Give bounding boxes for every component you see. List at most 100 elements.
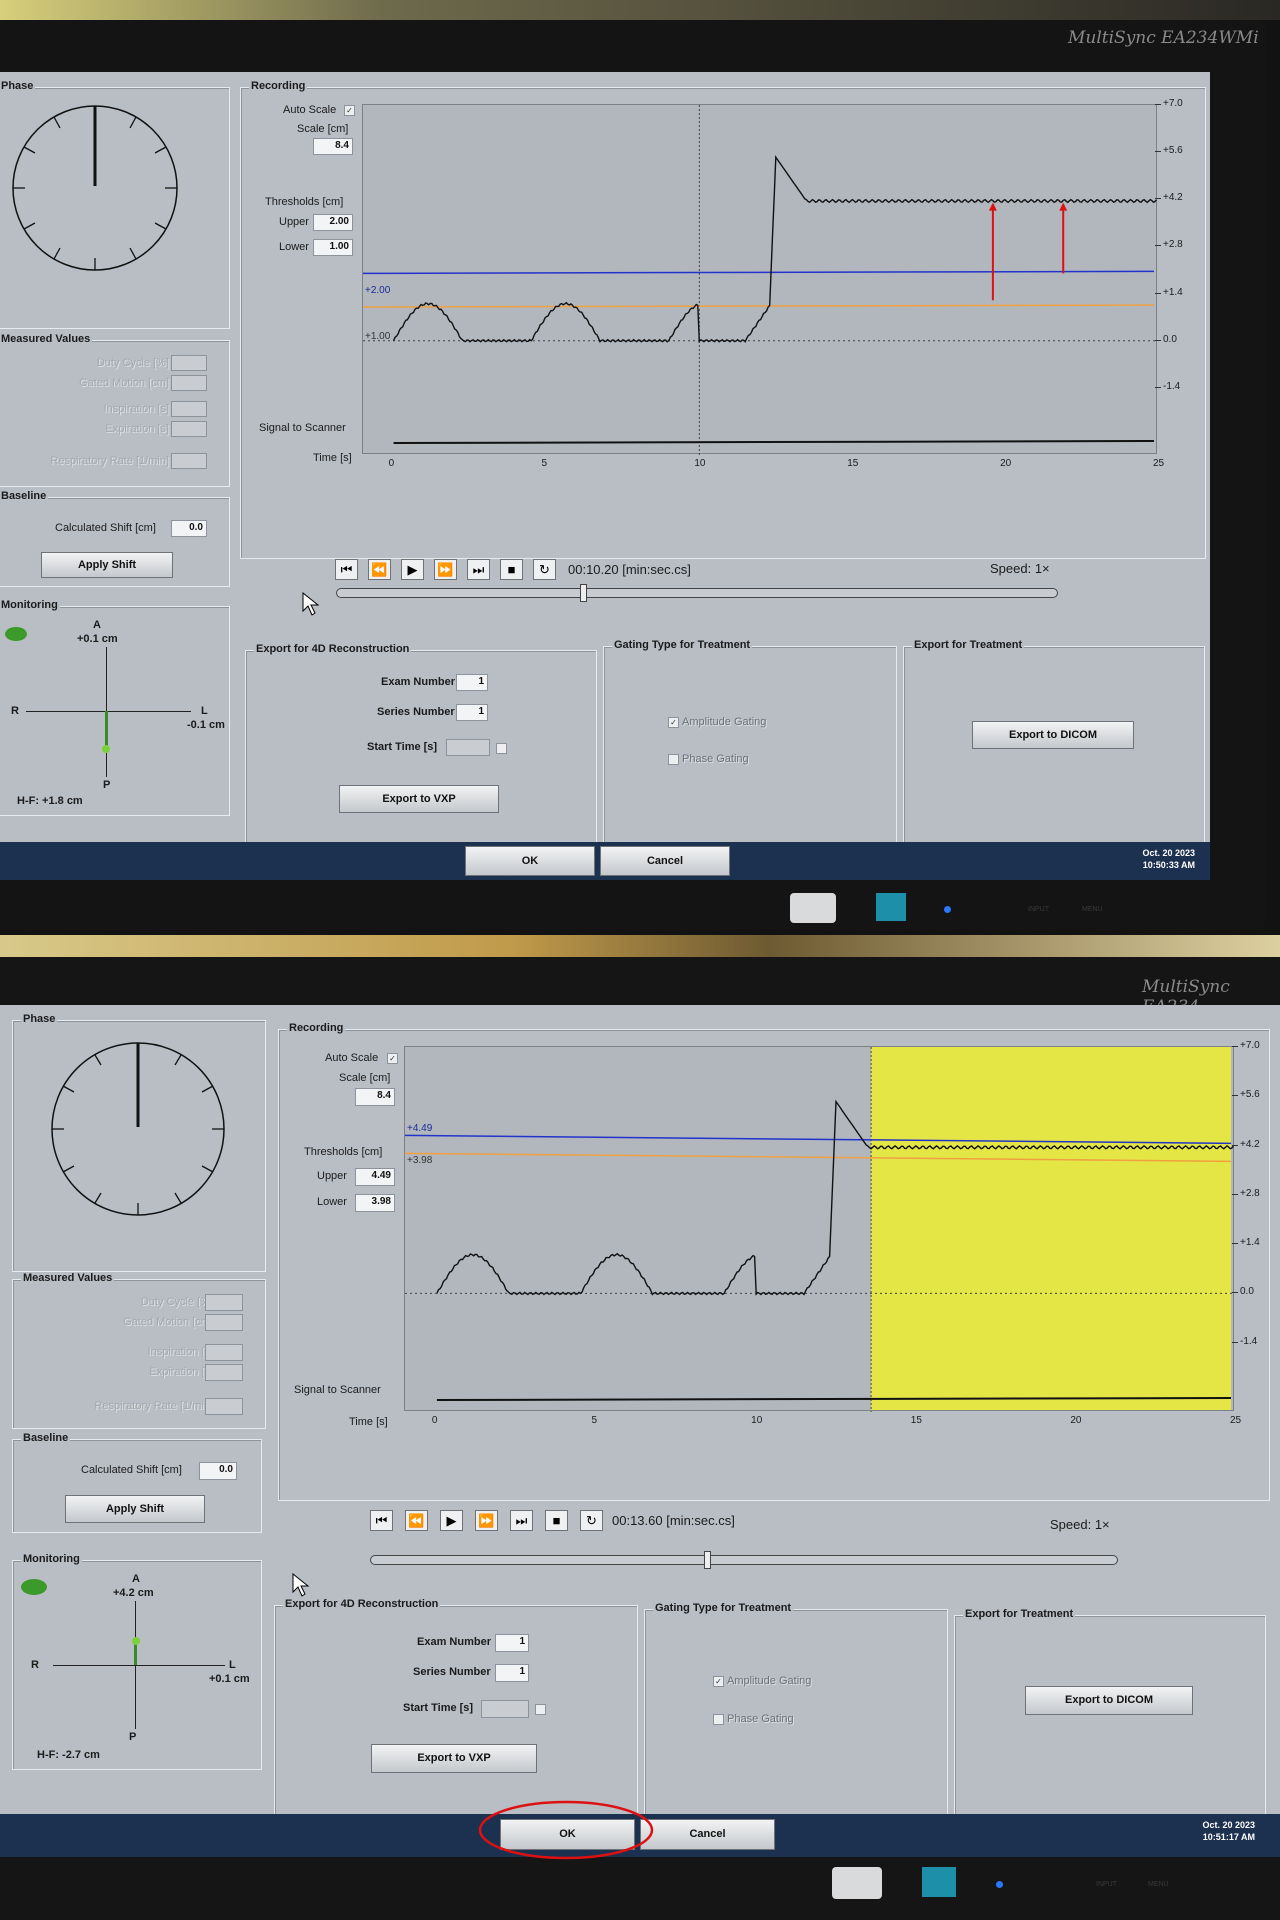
breathing-trace-svg-2 [405, 1047, 1235, 1412]
last-frame-button-2[interactable]: ⏭ [510, 1510, 533, 1531]
breathing-graph-2[interactable]: +4.49 +3.98 [404, 1046, 1235, 1412]
play-button-2[interactable]: ▶ [440, 1510, 463, 1531]
exam-number-label-2: Exam Number [417, 1636, 491, 1648]
axis-a-label: A [93, 619, 101, 631]
start-time-field [446, 739, 490, 756]
calculated-shift-label: Calculated Shift [cm] [55, 522, 156, 534]
duty-cycle-field [171, 355, 207, 371]
upper-label-2: Upper [317, 1170, 347, 1182]
upper-threshold-field[interactable]: 2.00 [313, 214, 353, 231]
x-tick-label: 20 [1070, 1415, 1082, 1426]
y-tick-mark [1232, 1046, 1238, 1047]
speed-label: Speed: 1× [990, 561, 1050, 576]
y-tick-mark [1155, 292, 1161, 294]
first-frame-button[interactable]: ⏮ [335, 559, 358, 580]
respiratory-rate-field [171, 453, 207, 469]
gated-motion-label: Gated Motion [cm] [79, 377, 169, 389]
playback-slider-thumb[interactable] [579, 584, 587, 602]
first-frame-button-2[interactable]: ⏮ [370, 1510, 393, 1531]
duty-cycle-label-2: Duty Cycle [%] [140, 1296, 213, 1308]
phase-gating-checkbox-2[interactable] [713, 1714, 724, 1725]
export-treatment-panel-2: Export for Treatment Export to DICOM [954, 1608, 1266, 1839]
playback-slider-thumb-2[interactable] [704, 1551, 711, 1569]
phase-gating-checkbox[interactable] [668, 754, 679, 765]
phase-panel-2: Phase [12, 1013, 266, 1272]
monitor-lr-value: -0.1 cm [187, 719, 225, 731]
background-wall [0, 0, 1280, 20]
export-4d-title-2: Export for 4D Reconstruction [283, 1598, 441, 1610]
apply-shift-button[interactable]: Apply Shift [41, 552, 173, 578]
export-to-vxp-button[interactable]: Export to VXP [339, 785, 499, 813]
y-tick-label: +7.0 [1240, 1040, 1260, 1051]
scale-field-2[interactable]: 8.4 [355, 1088, 395, 1106]
taskbar-date: Oct. 20 2023 [1142, 848, 1195, 858]
export-to-vxp-button-2[interactable]: Export to VXP [371, 1744, 537, 1773]
auto-scale-checkbox[interactable]: ✓ [344, 105, 355, 116]
inspiration-field-2 [205, 1344, 243, 1361]
lower-threshold-field[interactable]: 1.00 [313, 239, 353, 256]
loop-button[interactable]: ↻ [533, 559, 556, 580]
time-label-2: Time [s] [349, 1416, 388, 1428]
play-button[interactable]: ▶ [401, 559, 424, 580]
mouse-cursor-icon-2 [292, 1573, 310, 1597]
annotation-arrow-head-1 [988, 202, 997, 211]
scale-label: Scale [cm] [297, 123, 349, 135]
rewind-button[interactable]: ⏪ [368, 559, 391, 580]
baseline-panel: Baseline Calculated Shift [cm] 0.0 Apply… [0, 490, 230, 587]
stop-button[interactable]: ■ [500, 559, 523, 580]
scale-field[interactable]: 8.4 [313, 138, 353, 155]
upper-threshold-field-2[interactable]: 4.49 [355, 1168, 395, 1186]
x-tick-label: 25 [1153, 458, 1165, 469]
start-time-checkbox-2[interactable] [535, 1704, 546, 1715]
taskbar-top: OK Cancel Oct. 20 2023 10:50:33 AM [0, 842, 1210, 880]
energy-star-icon [876, 893, 906, 921]
amplitude-gating-checkbox[interactable]: ✓ [668, 717, 679, 728]
scale-label-2: Scale [cm] [339, 1072, 391, 1084]
series-number-field[interactable]: 1 [456, 704, 488, 721]
export-to-dicom-button[interactable]: Export to DICOM [972, 721, 1134, 749]
last-frame-button[interactable]: ⏭ [467, 559, 490, 580]
fast-forward-button[interactable]: ⏩ [434, 559, 457, 580]
export-treatment-title: Export for Treatment [912, 639, 1025, 651]
breathing-graph[interactable]: +2.00 +1.00 [362, 104, 1158, 455]
cancel-button[interactable]: Cancel [600, 846, 730, 876]
y-tick-label: +5.6 [1240, 1089, 1260, 1101]
monitor-position-dot-2 [132, 1637, 140, 1645]
menu-key-label[interactable]: MENU [1082, 906, 1103, 913]
apply-shift-button-2[interactable]: Apply Shift [65, 1495, 205, 1523]
axis-r-label: R [11, 705, 19, 717]
y-tick-label: -1.4 [1240, 1335, 1258, 1347]
calculated-shift-field-2[interactable]: 0.0 [199, 1462, 237, 1480]
y-tick-mark [1232, 1292, 1238, 1294]
fast-forward-button-2[interactable]: ⏩ [475, 1510, 498, 1531]
ok-button[interactable]: OK [465, 846, 595, 876]
rewind-button-2[interactable]: ⏪ [405, 1510, 428, 1531]
exam-number-field-2[interactable]: 1 [495, 1634, 529, 1652]
lower-threshold-line [363, 304, 1155, 308]
calculated-shift-field[interactable]: 0.0 [171, 520, 207, 537]
playback-slider[interactable] [336, 584, 1058, 602]
export-4d-panel: Export for 4D Reconstruction Exam Number… [245, 643, 597, 874]
playback-slider-2[interactable] [370, 1551, 1118, 1569]
export-treatment-title-2: Export for Treatment [963, 1608, 1076, 1620]
auto-scale-checkbox-2[interactable]: ✓ [387, 1053, 398, 1064]
series-number-field-2[interactable]: 1 [495, 1664, 529, 1682]
menu-key-label-2[interactable]: MENU [1148, 1881, 1169, 1888]
amplitude-gating-checkbox-2[interactable]: ✓ [713, 1676, 724, 1687]
loop-button-2[interactable]: ↻ [580, 1510, 603, 1531]
stop-button-2[interactable]: ■ [545, 1510, 568, 1531]
export-to-dicom-button-2[interactable]: Export to DICOM [1025, 1686, 1193, 1715]
cancel-button-2[interactable]: Cancel [640, 1819, 775, 1850]
measured-values-panel-2: Measured Values Duty Cycle [%] Gated Mot… [12, 1272, 266, 1429]
measured-values-title-2: Measured Values [21, 1272, 115, 1284]
input-key-label[interactable]: INPUT [1028, 906, 1049, 913]
signal-to-scanner-label: Signal to Scanner [259, 422, 346, 434]
start-time-checkbox[interactable] [496, 743, 507, 754]
calculated-shift-label-2: Calculated Shift [cm] [81, 1464, 182, 1476]
monitor-horizontal-axis [26, 711, 191, 712]
input-key-label-2[interactable]: INPUT [1096, 1881, 1117, 1888]
thresholds-label: Thresholds [cm] [265, 196, 344, 208]
lower-threshold-field-2[interactable]: 3.98 [355, 1194, 395, 1212]
exam-number-label: Exam Number [381, 676, 455, 688]
exam-number-field[interactable]: 1 [456, 674, 488, 691]
